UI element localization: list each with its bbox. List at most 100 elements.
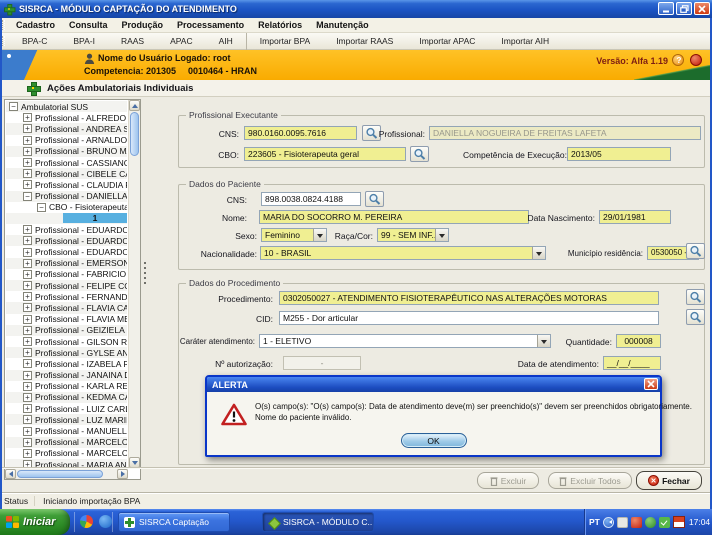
ie-icon[interactable] [99,515,112,528]
nome-field[interactable]: MARIA DO SOCORRO M. PEREIRA [259,210,529,224]
tree-expander-icon[interactable]: + [23,136,32,145]
start-button[interactable]: Iniciar [0,509,70,535]
tree-item[interactable]: + Profissional - FLAVIA MENDE [6,314,127,325]
raca-cor-select[interactable]: 99 - SEM INF... [377,228,449,242]
tree-item[interactable]: − Profissional - DANIELLA NOG [6,191,127,202]
tree-vertical-scrollbar[interactable] [128,100,140,468]
vnc-icon[interactable] [673,516,685,528]
tree-item[interactable]: + Profissional - FELIPE COELH [6,280,127,291]
excluir-todos-button[interactable]: Excluir Todos [548,472,632,489]
toolbar-button[interactable]: Importar APAC [406,33,488,50]
tree-item[interactable]: + Profissional - FLAVIA CARVA [6,302,127,313]
tree-item[interactable]: + Profissional - MARCELO DE C [6,448,127,459]
tree-item[interactable]: + Profissional - JANAINA DE A [6,370,127,381]
check-shield-icon[interactable] [659,517,670,528]
tree-expander-icon[interactable]: + [23,259,32,268]
tree-item[interactable]: + Profissional - GYLSE ANNE D [6,347,127,358]
tree-item[interactable]: + Profissional - LUZ MARINA A [6,414,127,425]
tree-item[interactable]: + Profissional - FERNANDA CA [6,291,127,302]
tree-expander-icon[interactable]: + [23,270,32,279]
tree-expander-icon[interactable]: + [23,371,32,380]
tree-horizontal-scrollbar[interactable] [5,468,128,479]
quantidade-field[interactable]: 000008 [616,334,661,348]
tree-expander-icon[interactable]: + [23,359,32,368]
tree-item[interactable]: + Profissional - CIBELE CAMIN [6,168,127,179]
menu-item[interactable]: Cadastro [9,18,62,33]
menu-item[interactable]: Manutenção [309,18,376,33]
alerta-close-button[interactable] [644,378,658,390]
tree-item[interactable]: + Profissional - EMERSON ALVI [6,258,127,269]
tree-expander-icon[interactable]: + [23,169,32,178]
excluir-button[interactable]: Excluir [477,472,539,489]
tree-expander-icon[interactable]: + [23,147,32,156]
menu-item[interactable]: Processamento [170,18,251,33]
tree-item[interactable]: + Profissional - IZABELA RIBEI [6,358,127,369]
taskbar-task-button[interactable]: SISRCA - MÓDULO C... [262,512,374,532]
procedimento-field[interactable]: 0302050027 - ATENDIMENTO FISIOTERAPÊUTIC… [279,291,659,305]
tree-expander-icon[interactable]: + [23,415,32,424]
tree-expander-icon[interactable]: + [23,404,32,413]
cns-paciente-field[interactable]: 898.0038.0824.4188 [261,192,361,206]
title-bar[interactable]: SISRCA - MÓDULO CAPTAÇÃO DO ATENDIMENTO [0,0,712,18]
tree-item[interactable]: + Profissional - ANDREA SANT [6,123,127,134]
alerta-dialog-titlebar[interactable]: ALERTA [207,377,660,392]
tree-expander-icon[interactable]: + [23,281,32,290]
tree-item[interactable]: + Profissional - BRUNO MARIA [6,146,127,157]
tree-expander-icon[interactable]: + [23,438,32,447]
tree-item[interactable]: + Profissional - GILSON ROBER [6,336,127,347]
tree-item[interactable]: + Profissional - CASSIANO RO [6,157,127,168]
scroll-right-button[interactable] [117,469,128,479]
data-nascimento-field[interactable]: 29/01/1981 [599,210,671,224]
tree-expander-icon[interactable]: + [23,124,32,133]
close-button[interactable] [694,2,710,15]
hide-chevron-icon[interactable] [603,517,614,528]
fechar-button[interactable]: Fechar [636,471,702,490]
cid-field[interactable]: M255 - Dor articular [279,311,659,325]
menu-item[interactable]: Relatórios [251,18,309,33]
panel-splitter-handle[interactable] [144,262,146,284]
tree-expander-icon[interactable]: + [23,449,32,458]
tree-expander-icon[interactable]: + [23,337,32,346]
tree-expander-icon[interactable]: − [9,102,18,111]
toolbar-button[interactable]: Importar RAAS [323,33,406,50]
tree-expander-icon[interactable]: + [23,326,32,335]
toolbar-button[interactable]: AIH [206,33,246,50]
red-status-icon[interactable] [631,517,642,528]
data-atendimento-field[interactable]: __/__/____ [603,356,661,370]
toolbar-button[interactable]: RAAS [108,33,157,50]
tree-item[interactable]: + Profissional - MARIA ANDRE [6,459,127,467]
tree-expander-icon[interactable]: + [23,236,32,245]
toolbar-button[interactable]: Importar BPA [246,33,323,50]
cns-executante-field[interactable]: 980.0160.0095.7616 [244,126,357,140]
tree-item[interactable]: + Profissional - EDUARDO FILG [6,246,127,257]
tree-expander-icon[interactable]: + [23,303,32,312]
search-cns-paciente-button[interactable] [365,191,384,207]
tree-expander-icon[interactable]: + [23,348,32,357]
competencia-execucao-field[interactable]: 2013/05 [567,147,671,161]
chevron-down-icon[interactable] [313,229,326,241]
toolbar-button[interactable]: APAC [157,33,206,50]
tree-expander-icon[interactable]: + [23,315,32,324]
search-cbo-button[interactable] [410,146,429,162]
tree-expander-icon[interactable]: + [23,180,32,189]
search-cid-button[interactable] [686,309,705,325]
tree-expander-icon[interactable]: + [23,113,32,122]
tree-item[interactable]: + Profissional - ALFREDO MOR [6,112,127,123]
ok-button[interactable]: OK [401,433,467,448]
minimize-button[interactable] [658,2,674,15]
menu-item[interactable]: Produção [115,18,171,33]
menu-item[interactable]: Consulta [62,18,115,33]
tree-item[interactable]: − CBO - Fisioterapeuta ge [6,202,127,213]
scroll-up-button[interactable] [129,100,140,111]
scroll-left-button[interactable] [5,469,16,479]
tree-item[interactable]: + Profissional - FABRICIO TAD [6,269,127,280]
tree-item[interactable]: 1 [6,213,127,224]
tree-item[interactable]: + Profissional - GEIZIELA DE L [6,325,127,336]
tree-expander-icon[interactable]: + [23,460,32,467]
tree-item[interactable]: + Profissional - ARNALDO PAS [6,135,127,146]
tree-expander-icon[interactable]: + [23,427,32,436]
restore-button[interactable] [676,2,692,15]
language-indicator[interactable]: PT [589,517,600,527]
tree-item[interactable]: + Profissional - KEDMA CARNE [6,392,127,403]
search-procedimento-button[interactable] [686,289,705,305]
